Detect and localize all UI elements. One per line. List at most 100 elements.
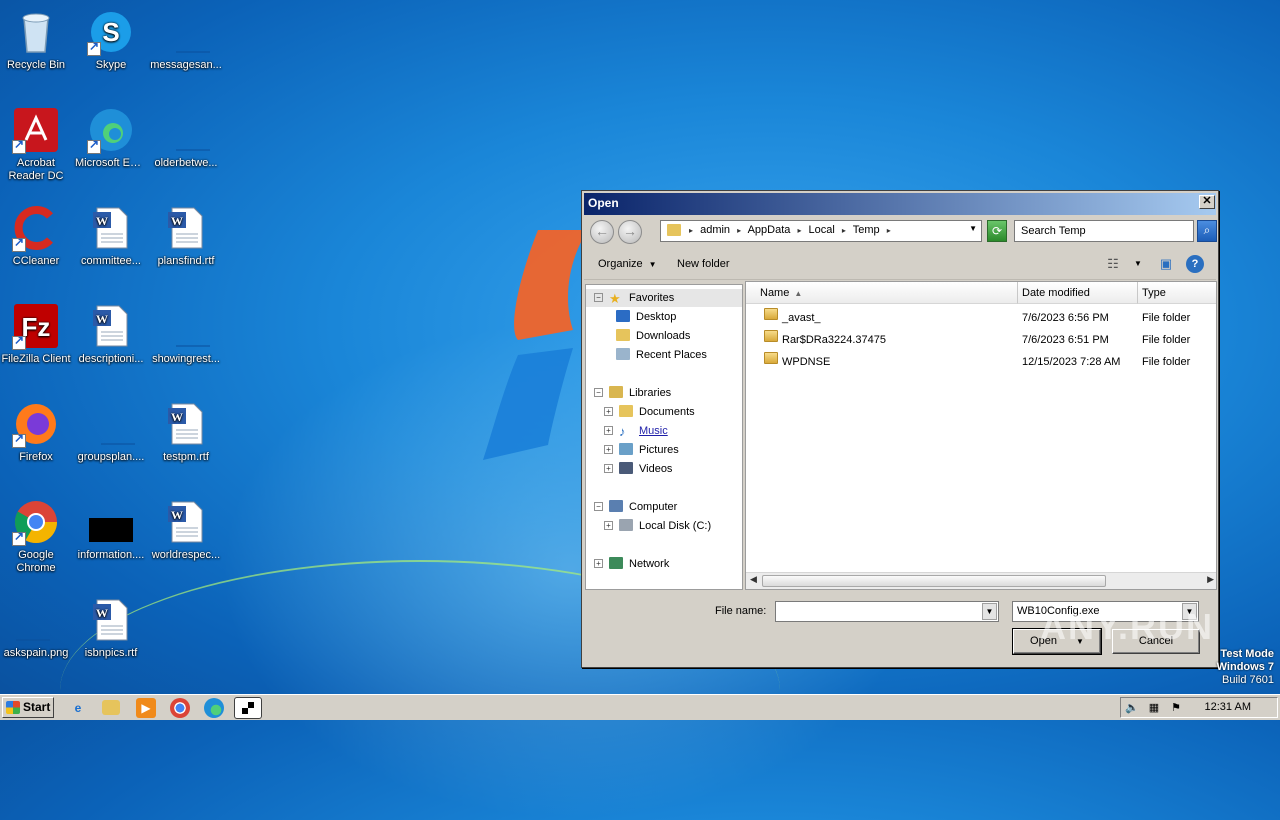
- file-row[interactable]: WPDNSE 12/15/2023 7:28 AM File folder: [760, 352, 1216, 372]
- chevron-down-icon[interactable]: ▼: [969, 224, 977, 233]
- new-folder-button[interactable]: New folder: [677, 258, 730, 270]
- close-button[interactable]: ✕: [1199, 195, 1215, 209]
- organize-button[interactable]: Organize ▼: [598, 258, 657, 270]
- nav-music[interactable]: + ♪ Music: [604, 422, 668, 440]
- nav-network[interactable]: + Network: [594, 555, 669, 573]
- refresh-button[interactable]: ⟳: [987, 220, 1007, 242]
- desktop-icon-information[interactable]: information....: [73, 494, 149, 562]
- watermark-line: Test Mode: [1220, 648, 1274, 660]
- nav-libraries[interactable]: − Libraries: [594, 384, 671, 402]
- media-player-icon[interactable]: ▶: [136, 698, 156, 718]
- desktop-icon-isbnpics[interactable]: W isbnpics.rtf: [73, 592, 149, 660]
- search-button[interactable]: ⌕: [1197, 220, 1217, 242]
- desktop-icon-label: committee...: [81, 255, 141, 267]
- active-app-icon[interactable]: [234, 697, 262, 719]
- column-header-type[interactable]: Type: [1138, 282, 1216, 304]
- desktop-icon-groupsplan[interactable]: groupsplan....: [73, 396, 149, 464]
- chrome-taskbar-icon[interactable]: [170, 698, 190, 718]
- breadcrumb-admin[interactable]: admin: [700, 224, 730, 236]
- videos-icon: [619, 462, 633, 474]
- desktop-icon-messagesan[interactable]: messagesan...: [148, 4, 224, 72]
- chevron-down-icon[interactable]: ▼: [1129, 255, 1147, 273]
- explorer-icon[interactable]: [102, 700, 120, 715]
- music-icon: ♪: [619, 424, 626, 439]
- horizontal-scrollbar[interactable]: ◀ ▶: [746, 572, 1216, 589]
- desktop-icon-firefox[interactable]: Firefox: [0, 396, 74, 464]
- svg-text:W: W: [96, 312, 108, 326]
- scroll-right-icon[interactable]: ▶: [1207, 574, 1214, 585]
- nav-label: Recent Places: [636, 349, 707, 361]
- expand-icon[interactable]: +: [594, 559, 603, 568]
- desktop-icon-recycle-bin[interactable]: Recycle Bin: [0, 4, 74, 72]
- desktop-icon-skype[interactable]: S Skype: [73, 4, 149, 72]
- breadcrumb-local[interactable]: Local: [809, 224, 835, 236]
- desktop-icon-filezilla[interactable]: Fz FileZilla Client: [0, 298, 74, 366]
- file-name: Rar$DRa3224.37475: [782, 334, 886, 346]
- nav-label: Videos: [639, 463, 673, 475]
- collapse-icon[interactable]: −: [594, 293, 603, 302]
- disk-icon: [619, 519, 633, 531]
- breadcrumb-appdata[interactable]: AppData: [748, 224, 791, 236]
- expand-icon[interactable]: +: [604, 521, 613, 530]
- action-center-flag-icon[interactable]: ⚑: [1169, 701, 1183, 715]
- volume-icon[interactable]: 🔈: [1125, 701, 1139, 715]
- desktop-icon-chrome[interactable]: Google Chrome: [0, 494, 74, 575]
- network-tray-icon[interactable]: ▦: [1147, 701, 1161, 715]
- desktop-icon-showingrest[interactable]: showingrest...: [148, 298, 224, 366]
- column-header-date[interactable]: Date modified: [1018, 282, 1138, 304]
- desktop-icon-committee[interactable]: W committee...: [73, 200, 149, 268]
- scroll-left-icon[interactable]: ◀: [750, 574, 757, 585]
- desktop-icon-worldrespec[interactable]: W worldrespec...: [148, 494, 224, 562]
- collapse-icon[interactable]: −: [594, 502, 603, 511]
- file-row[interactable]: Rar$DRa3224.37475 7/6/2023 6:51 PM File …: [760, 330, 1216, 350]
- expand-icon[interactable]: +: [604, 464, 613, 473]
- nav-local-disk[interactable]: + Local Disk (C:): [604, 517, 711, 535]
- desktop-icon-askspain[interactable]: askspain.png: [0, 592, 74, 660]
- folder-icon: [764, 330, 778, 342]
- column-header-name[interactable]: Name ▲: [746, 282, 1018, 304]
- nav-favorites[interactable]: − ★ Favorites: [586, 289, 742, 307]
- desktop-icon-olderbetwe[interactable]: olderbetwe...: [148, 102, 224, 170]
- desktop-icon-descriptioni[interactable]: W descriptioni...: [73, 298, 149, 366]
- help-icon[interactable]: ?: [1186, 255, 1204, 273]
- blank-file-icon: [16, 639, 50, 641]
- desktop-icon-testpm[interactable]: W testpm.rtf: [148, 396, 224, 464]
- nav-downloads[interactable]: Downloads: [616, 327, 690, 345]
- nav-desktop[interactable]: Desktop: [616, 308, 676, 326]
- nav-computer[interactable]: − Computer: [594, 498, 677, 516]
- nav-recent-places[interactable]: Recent Places: [616, 346, 707, 364]
- forward-button[interactable]: →: [618, 220, 642, 244]
- nav-label: Desktop: [636, 311, 677, 323]
- edge-taskbar-icon[interactable]: [204, 698, 224, 718]
- back-button[interactable]: ←: [590, 220, 614, 244]
- address-bar[interactable]: ▸ admin ▸ AppData ▸ Local ▸ Temp ▸ ▼: [660, 220, 982, 242]
- file-row[interactable]: _avast_ 7/6/2023 6:56 PM File folder: [760, 308, 1216, 328]
- desktop-icon-ccleaner[interactable]: CCleaner: [0, 200, 74, 268]
- word-doc-icon: W: [168, 403, 203, 445]
- nav-documents[interactable]: + Documents: [604, 403, 695, 421]
- desktop-icon-plansfind[interactable]: W plansfind.rtf: [148, 200, 224, 268]
- collapse-icon[interactable]: −: [594, 388, 603, 397]
- chevron-down-icon[interactable]: ▼: [982, 603, 997, 620]
- clock[interactable]: 12:31 AM: [1205, 701, 1251, 713]
- expand-icon[interactable]: +: [604, 445, 613, 454]
- test-mode-watermark: Test Mode Windows 7 Build 7601: [1217, 648, 1274, 687]
- nav-videos[interactable]: + Videos: [604, 460, 672, 478]
- ie-icon[interactable]: e: [68, 698, 88, 718]
- start-button[interactable]: Start: [2, 697, 54, 718]
- expand-icon[interactable]: +: [604, 407, 613, 416]
- preview-pane-icon[interactable]: ▣: [1157, 255, 1175, 273]
- file-name-input[interactable]: ▼: [775, 601, 999, 622]
- recent-places-icon: [616, 348, 630, 360]
- dialog-titlebar[interactable]: Open ✕: [584, 193, 1216, 215]
- search-input[interactable]: Search Temp: [1014, 220, 1194, 242]
- desktop-icon-edge[interactable]: Microsoft Edge: [73, 102, 149, 170]
- file-date: 7/6/2023 6:56 PM: [1022, 312, 1109, 324]
- desktop-icon-label: Google Chrome: [16, 549, 56, 574]
- expand-icon[interactable]: +: [604, 426, 613, 435]
- nav-pictures[interactable]: + Pictures: [604, 441, 679, 459]
- desktop-icon-acrobat[interactable]: Acrobat Reader DC: [0, 102, 74, 183]
- breadcrumb-temp[interactable]: Temp: [853, 224, 880, 236]
- scrollbar-thumb[interactable]: [762, 575, 1106, 587]
- view-options-icon[interactable]: ☷: [1104, 255, 1122, 273]
